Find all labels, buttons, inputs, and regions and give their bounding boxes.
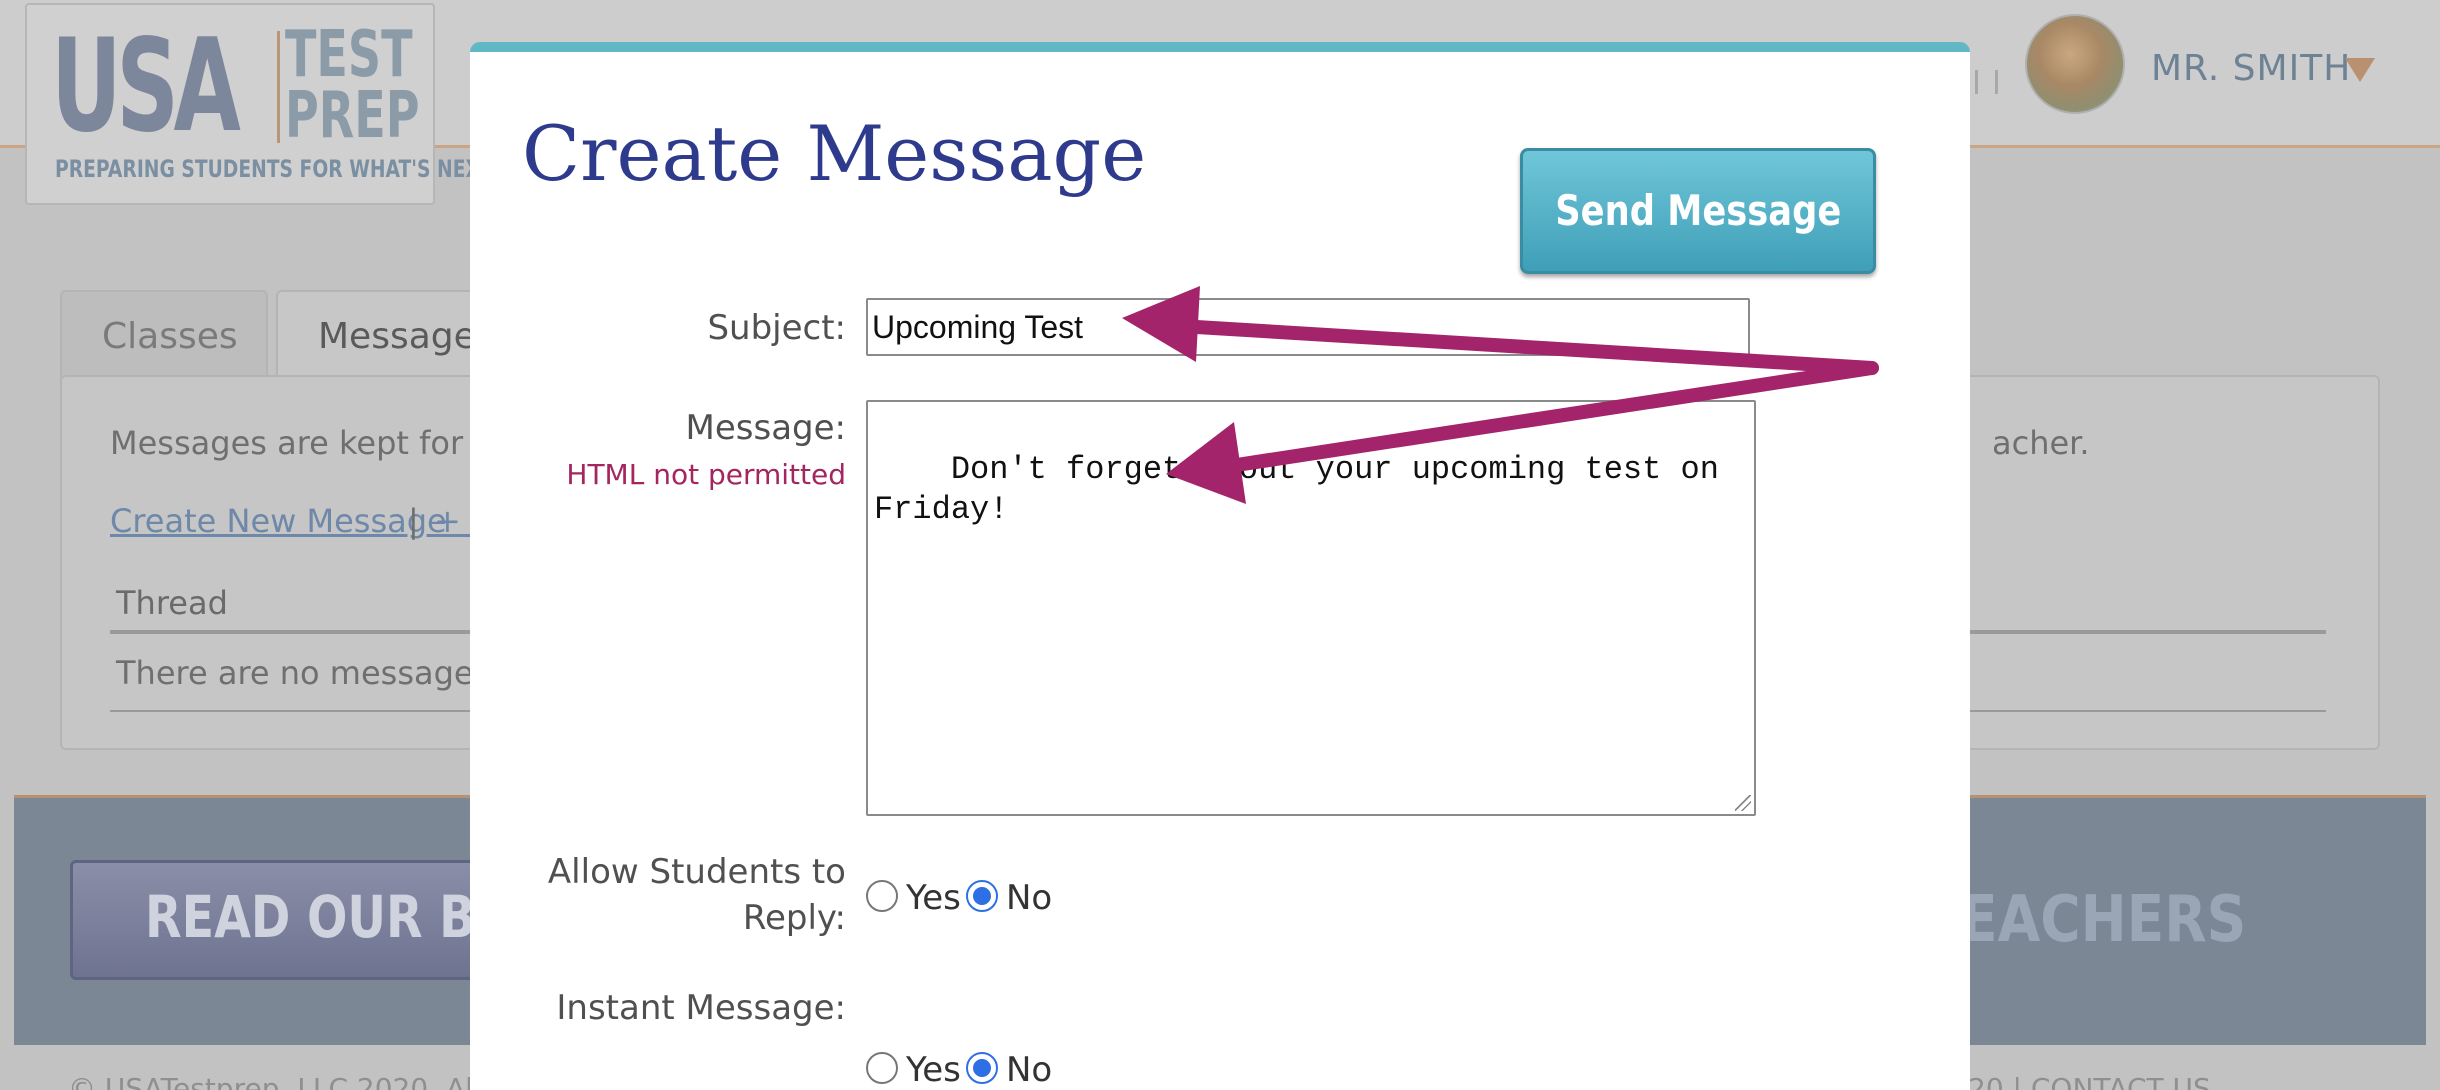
allow-reply-no-radio[interactable] bbox=[966, 880, 998, 912]
user-menu[interactable]: MR. SMITH bbox=[1975, 14, 2395, 124]
tab-classes[interactable]: Classes bbox=[60, 290, 268, 378]
subject-input[interactable]: Upcoming Test bbox=[866, 298, 1750, 356]
caret-down-icon[interactable] bbox=[2345, 58, 2375, 82]
instant-message-label-cell: Instant Message: bbox=[470, 988, 846, 1038]
subject-label: Subject: bbox=[707, 308, 846, 348]
site-logo[interactable]: USA TEST PREP PREPARING STUDENTS FOR WHA… bbox=[25, 3, 493, 205]
link-separator: | bbox=[408, 502, 419, 540]
message-text: Don't forget about your upcoming test on… bbox=[874, 451, 1739, 528]
instant-message-options: Yes No bbox=[866, 1050, 1086, 1090]
message-textarea[interactable]: Don't forget about your upcoming test on… bbox=[866, 400, 1756, 816]
thread-column-header: Thread bbox=[116, 584, 228, 622]
teachers-banner-text: EACHERS bbox=[1960, 883, 2247, 957]
avatar[interactable] bbox=[2025, 14, 2125, 114]
message-label: Message: bbox=[685, 408, 846, 448]
html-not-permitted-hint: HTML not permitted bbox=[566, 458, 846, 491]
header-divider bbox=[1975, 70, 1978, 94]
instant-message-no-label[interactable]: No bbox=[1006, 1050, 1052, 1090]
subject-label-cell: Subject: bbox=[470, 304, 846, 354]
logo-divider bbox=[277, 31, 280, 143]
allow-reply-options: Yes No bbox=[866, 878, 1086, 918]
empty-messages-text: There are no messages. bbox=[116, 654, 501, 692]
logo-usa-text: USA bbox=[51, 12, 241, 161]
logo-test-word: TEST bbox=[285, 18, 413, 92]
tab-messages[interactable]: Messages bbox=[276, 290, 496, 378]
info-text: Messages are kept for or bbox=[110, 424, 507, 462]
modal-title: Create Message bbox=[522, 109, 1147, 198]
instant-message-no-radio[interactable] bbox=[966, 1052, 998, 1084]
allow-reply-no-label[interactable]: No bbox=[1006, 878, 1052, 918]
instant-message-label: Instant Message: bbox=[556, 988, 846, 1028]
copyright-text: © USATestprep, LLC 2020. All R bbox=[68, 1072, 510, 1090]
send-message-button[interactable]: Send Message bbox=[1520, 148, 1876, 274]
instant-message-yes-label[interactable]: Yes bbox=[906, 1050, 961, 1090]
instant-message-yes-radio[interactable] bbox=[866, 1052, 898, 1084]
message-label-cell: Message: HTML not permitted bbox=[470, 402, 846, 492]
allow-reply-label-cell: Allow Students to Reply: bbox=[470, 852, 846, 952]
allow-reply-label-line1: Allow Students to bbox=[547, 852, 846, 892]
info-text-end: acher. bbox=[1992, 424, 2090, 462]
logo-tagline: PREPARING STUDENTS FOR WHAT'S NEXT bbox=[55, 155, 493, 183]
contact-link[interactable]: 20 | CONTACT US bbox=[1968, 1072, 2211, 1090]
allow-reply-yes-label[interactable]: Yes bbox=[906, 878, 961, 918]
user-name[interactable]: MR. SMITH bbox=[2151, 48, 2351, 89]
create-message-modal: Create Message Send Message Subject: Upc… bbox=[470, 42, 1970, 1090]
logo-testprep-text: TEST PREP bbox=[285, 18, 420, 153]
allow-reply-yes-radio[interactable] bbox=[866, 880, 898, 912]
allow-reply-label-line2: Reply: bbox=[742, 898, 846, 938]
logo-prep-word: PREP bbox=[285, 78, 420, 153]
resize-handle-icon[interactable] bbox=[1735, 795, 1751, 811]
create-new-message-link[interactable]: Create New Message bbox=[110, 502, 447, 540]
send-message-label: Send Message bbox=[1554, 186, 1842, 235]
header-divider bbox=[1995, 70, 1998, 94]
